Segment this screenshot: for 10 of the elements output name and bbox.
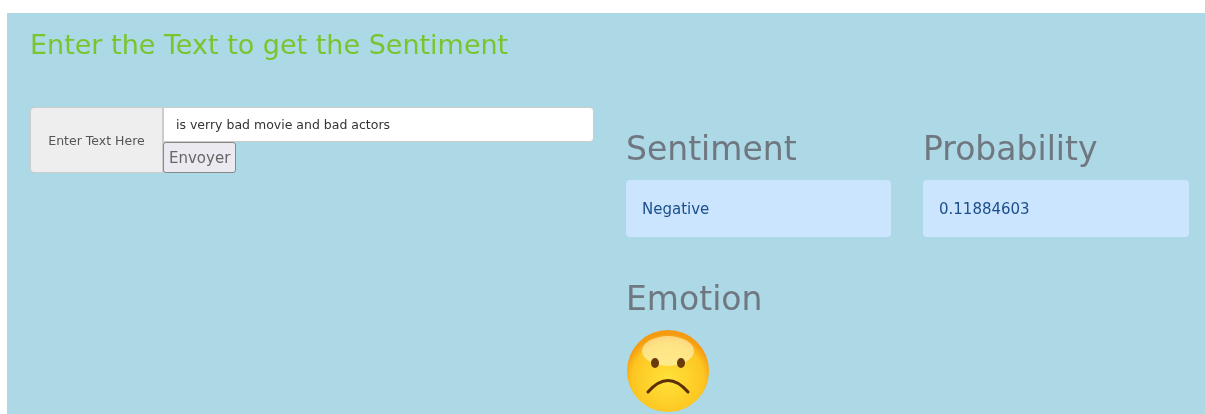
- emotion-heading: Emotion: [626, 278, 764, 320]
- result-value: Negative: [626, 180, 891, 237]
- result-heading: Probability: [923, 128, 1099, 170]
- page-title: Enter the Text to get the Sentiment: [30, 28, 510, 62]
- submit-button[interactable]: Envoyer: [163, 142, 237, 173]
- result-heading: Sentiment: [626, 128, 798, 170]
- sad-face-icon: [626, 329, 710, 413]
- result-value: 0.11884603: [923, 180, 1189, 237]
- input-label: Enter Text Here: [30, 107, 163, 173]
- text-input[interactable]: is verry bad movie and bad actors: [163, 107, 594, 142]
